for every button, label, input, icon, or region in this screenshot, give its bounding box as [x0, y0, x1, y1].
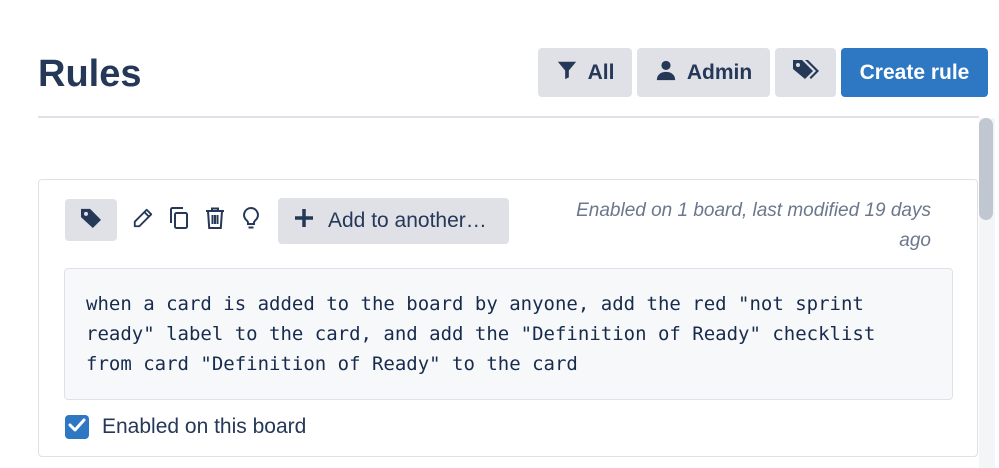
rules-toolbar: All Admin Create rule	[0, 48, 999, 97]
filter-admin-label: Admin	[686, 60, 753, 84]
rule-description: when a card is added to the board by any…	[64, 268, 953, 400]
add-to-another-board-button[interactable]: Add to another…	[278, 198, 509, 244]
enabled-toggle-row: Enabled on this board	[65, 413, 306, 441]
tags-icon	[792, 58, 820, 88]
copy-icon	[168, 206, 190, 235]
filter-all-label: All	[587, 60, 615, 84]
rule-labels-button[interactable]	[65, 199, 117, 241]
rule-card: Add to another… Enabled on 1 board, last…	[38, 179, 978, 457]
delete-rule-button[interactable]	[203, 207, 227, 233]
filter-all-button[interactable]: All	[538, 48, 632, 97]
rule-idea-button[interactable]	[239, 206, 263, 235]
tag-icon	[80, 208, 102, 233]
create-rule-button[interactable]: Create rule	[841, 48, 988, 97]
user-icon	[655, 59, 677, 87]
pencil-icon	[132, 207, 154, 234]
enabled-label: Enabled on this board	[102, 415, 307, 438]
trash-icon	[204, 206, 226, 235]
enabled-checkbox[interactable]	[65, 415, 89, 439]
check-icon	[68, 418, 86, 437]
filter-admin-button[interactable]: Admin	[637, 48, 770, 97]
filter-icon	[556, 59, 578, 87]
add-to-another-label: Add to another…	[328, 209, 487, 232]
labels-button[interactable]	[775, 48, 836, 97]
copy-rule-button[interactable]	[167, 206, 191, 235]
plus-icon	[294, 208, 314, 234]
scrollbar-thumb[interactable]	[979, 118, 993, 220]
edit-rule-button[interactable]	[131, 207, 155, 233]
rule-meta-text: Enabled on 1 board, last modified 19 day…	[576, 200, 931, 251]
header-divider	[38, 116, 979, 118]
lightbulb-icon	[241, 206, 261, 235]
create-rule-label: Create rule	[859, 60, 970, 84]
